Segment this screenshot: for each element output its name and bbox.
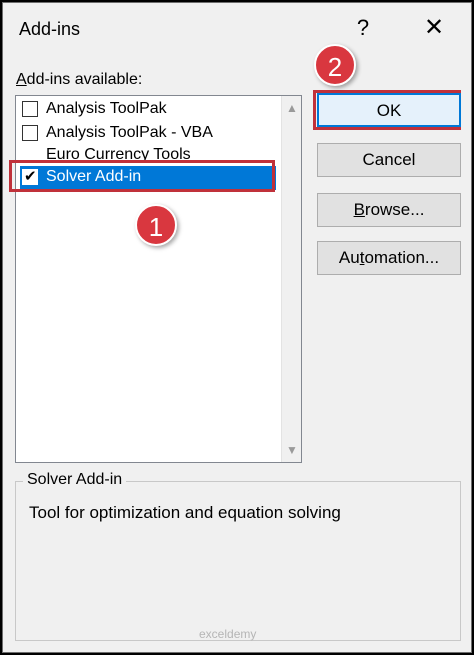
dialog-title: Add-ins [19,19,81,39]
addins-label-text: dd-ins available: [26,71,143,88]
addins-available-label: Add-ins available: [16,71,142,89]
add-ins-dialog: Add-ins ? ✕ Add-ins available: Analysis … [2,2,472,653]
watermark: exceldemy [199,627,257,641]
cancel-button[interactable]: Cancel [317,143,461,177]
automation-button[interactable]: Automation... [317,241,461,275]
close-button[interactable]: ✕ [421,13,447,42]
callout-badge-1: 1 [135,204,177,246]
list-item-label: Analysis ToolPak [46,100,167,117]
scroll-down-icon[interactable]: ▼ [282,440,302,460]
help-button[interactable]: ? [353,15,373,41]
checkbox[interactable] [22,101,38,117]
list-item-analysis-toolpak-vba[interactable]: Analysis ToolPak - VBA [20,122,276,146]
ok-button[interactable]: OK [317,93,461,127]
callout-badge-2: 2 [314,44,356,86]
checkbox[interactable] [22,125,38,141]
automation-label-end: omation... [364,248,440,267]
scroll-up-icon[interactable]: ▲ [282,98,302,118]
description-text: Tool for optimization and equation solvi… [29,503,341,522]
browse-label: rowse... [364,200,425,219]
browse-button[interactable]: Browse... [317,193,461,227]
vertical-scrollbar[interactable]: ▲ ▼ [281,96,301,462]
browse-accesskey: B [353,200,365,219]
addins-listbox[interactable]: Analysis ToolPak Analysis ToolPak - VBA … [15,95,302,463]
automation-label-start: Au [338,248,360,267]
solver-highlight-box [9,160,275,192]
description-title: Solver Add-in [23,471,127,489]
list-item-label: Analysis ToolPak - VBA [46,124,213,141]
addins-label-accesskey: A [16,71,27,88]
list-item-analysis-toolpak[interactable]: Analysis ToolPak [20,98,276,122]
